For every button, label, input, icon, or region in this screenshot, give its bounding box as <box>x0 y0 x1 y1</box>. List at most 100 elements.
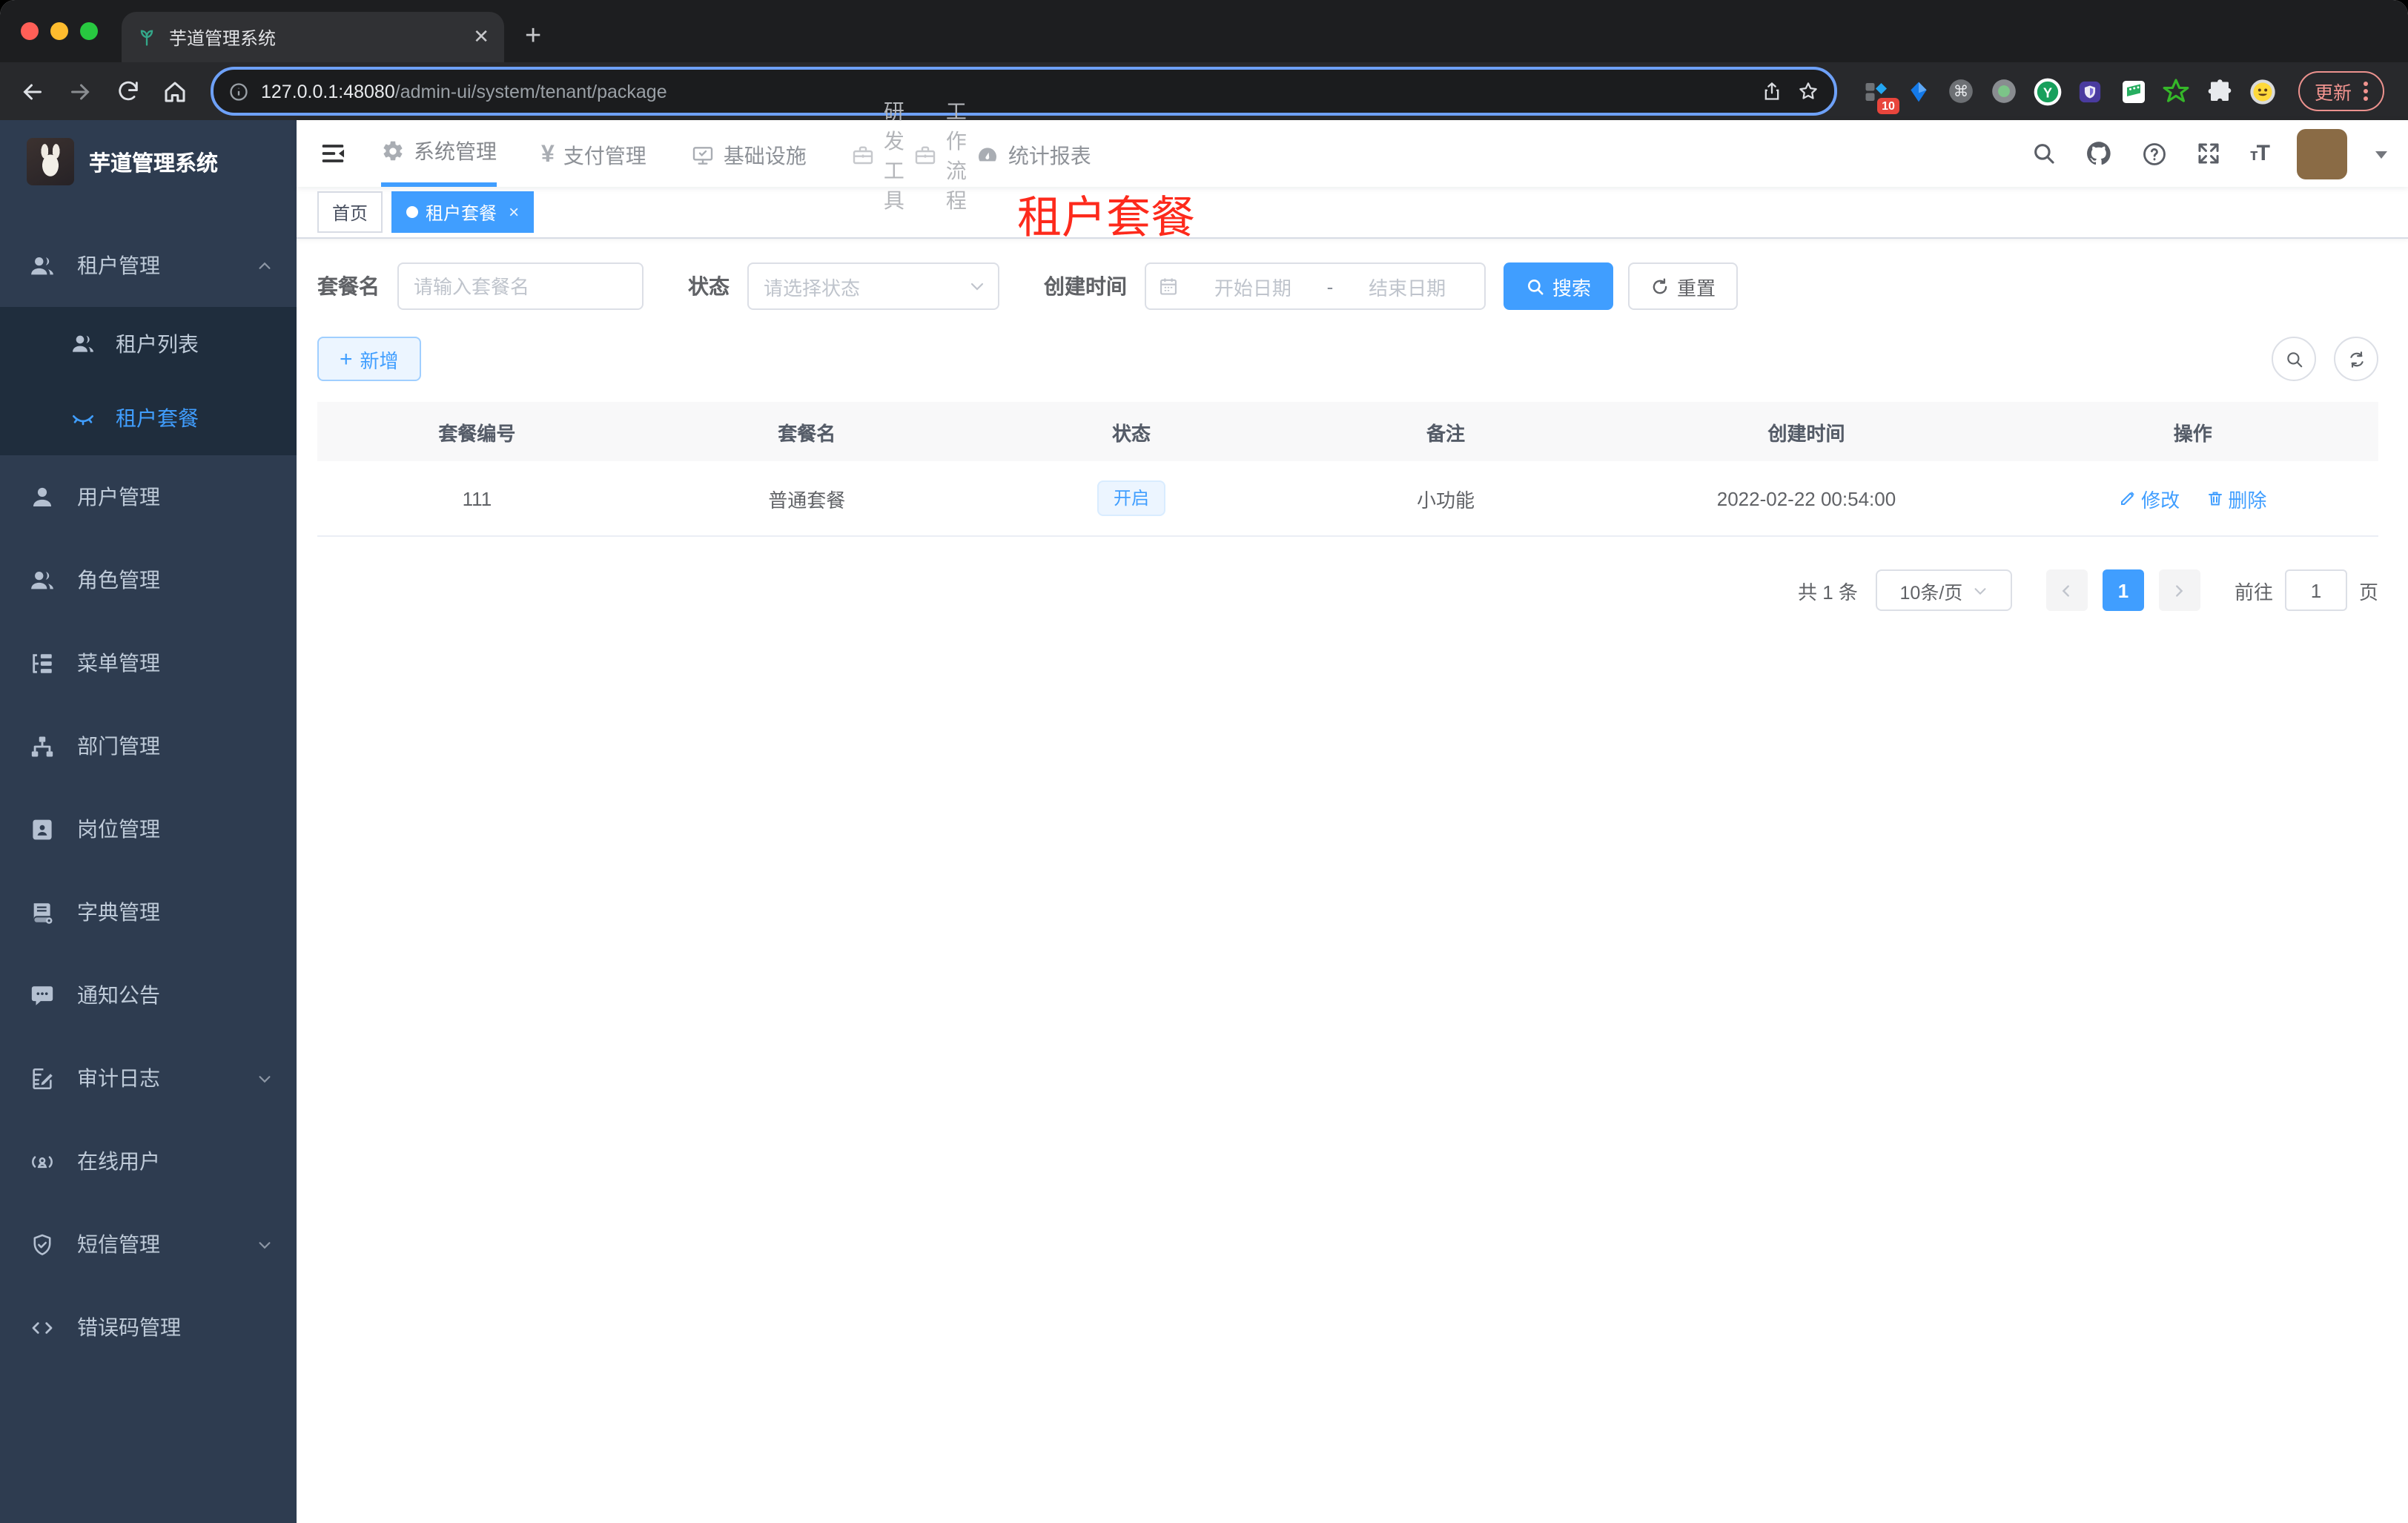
sidebar-item-label: 租户套餐 <box>116 406 199 430</box>
tag-close-icon[interactable]: × <box>509 202 519 222</box>
svg-text:Y: Y <box>2043 85 2052 100</box>
close-window-button[interactable] <box>21 22 39 40</box>
home-icon[interactable] <box>154 70 196 112</box>
github-icon[interactable] <box>2086 139 2114 168</box>
share-icon[interactable] <box>1762 80 1782 102</box>
address-bar[interactable]: 127.0.0.1:48080/admin-ui/system/tenant/p… <box>211 67 1837 116</box>
search-button[interactable]: 搜索 <box>1504 262 1614 310</box>
sidebar-item-online[interactable]: 在线用户 <box>0 1120 297 1203</box>
sidebar-item-post[interactable]: 岗位管理 <box>0 787 297 870</box>
prev-page-button[interactable] <box>2045 569 2088 611</box>
package-name-input[interactable] <box>397 262 644 310</box>
ext-command-icon[interactable]: ⌘ <box>1947 76 1977 106</box>
status-select[interactable]: 请选择状态 <box>747 262 999 310</box>
svg-text:⌘: ⌘ <box>1954 82 1970 100</box>
ext-shield-icon[interactable] <box>2076 76 2106 106</box>
minimize-window-button[interactable] <box>50 22 68 40</box>
trash-icon <box>2206 489 2223 507</box>
delete-link[interactable]: 删除 <box>2206 484 2266 512</box>
back-icon[interactable] <box>12 70 53 112</box>
ext-y-icon[interactable]: Y <box>2033 76 2063 106</box>
ext-kite-icon[interactable] <box>1904 76 1934 106</box>
pagination: 共 1 条 10条/页 1 前往 页 <box>317 569 2378 611</box>
font-size-icon[interactable]: тT <box>2250 141 2270 166</box>
ext-chat-icon[interactable] <box>2119 76 2149 106</box>
toggle-search-button[interactable] <box>2272 337 2316 381</box>
search-icon[interactable] <box>2032 141 2057 166</box>
refresh-button[interactable] <box>2334 337 2378 381</box>
ext-metrics-icon[interactable]: 10 <box>1861 76 1899 113</box>
sidebar-item-label: 租户管理 <box>77 254 160 277</box>
sidebar-item-tenant-package[interactable]: 租户套餐 <box>0 381 297 455</box>
topnav-item-pay[interactable]: ¥ 支付管理 <box>541 120 646 187</box>
chevron-up-icon <box>257 257 273 274</box>
sidebar-logo[interactable]: 芋道管理系统 <box>0 120 297 203</box>
browser-tabstrip: 芋道管理系统 ✕ + <box>0 0 2408 62</box>
url-host: 127.0.0.1:48080 <box>261 81 395 102</box>
sidebar-item-label: 审计日志 <box>77 1066 160 1090</box>
tag-label: 租户套餐 <box>426 202 497 223</box>
topnav-item-system[interactable]: 系统管理 <box>381 120 497 187</box>
new-tab-button[interactable]: + <box>525 21 541 53</box>
sidebar-item-label: 租户列表 <box>116 332 199 356</box>
status-placeholder: 请选择状态 <box>764 277 861 299</box>
sidebar-item-sms[interactable]: 短信管理 <box>0 1203 297 1286</box>
forward-icon[interactable] <box>59 70 101 112</box>
sidebar-item-tenant[interactable]: 租户管理 <box>0 224 297 307</box>
page-size-select[interactable]: 10条/页 <box>1875 569 2012 611</box>
sidebar-item-tenant-list[interactable]: 租户列表 <box>0 307 297 381</box>
browser-tab[interactable]: 芋道管理系统 ✕ <box>122 12 504 62</box>
tag-tenant-package[interactable]: 租户套餐 × <box>391 191 535 233</box>
page-number-button[interactable]: 1 <box>2102 569 2144 611</box>
tree-list-icon <box>30 650 55 675</box>
next-page-button[interactable] <box>2158 569 2200 611</box>
user-avatar[interactable] <box>2297 128 2347 179</box>
logo-rabbit-image <box>27 138 74 185</box>
fullscreen-icon[interactable] <box>2197 141 2222 166</box>
sidebar-item-notice[interactable]: 通知公告 <box>0 954 297 1037</box>
topnav-item-workflow[interactable]: 工作流程 <box>913 99 967 212</box>
topnav-item-dev[interactable]: 研发工具 <box>851 99 904 212</box>
url-text: 127.0.0.1:48080/admin-ui/system/tenant/p… <box>261 81 1750 102</box>
column-header: 套餐名 <box>778 422 836 444</box>
add-button[interactable]: + 新增 <box>317 337 421 381</box>
sidebar-item-label: 菜单管理 <box>77 651 160 675</box>
help-icon[interactable] <box>2142 140 2169 167</box>
sidebar-item-role[interactable]: 角色管理 <box>0 538 297 621</box>
hamburger-icon[interactable] <box>297 120 369 187</box>
ext-star-icon[interactable] <box>2162 76 2192 106</box>
sidebar-item-label: 字典管理 <box>77 900 160 924</box>
sidebar-item-menu[interactable]: 菜单管理 <box>0 621 297 704</box>
topnav-item-infra[interactable]: 基础设施 <box>691 120 807 187</box>
topnav-item-report[interactable]: 统计报表 <box>976 120 1091 187</box>
chevron-down-icon <box>968 277 986 295</box>
profile-avatar-emoji[interactable] <box>2248 76 2278 106</box>
page-unit-label: 页 <box>2358 581 2378 603</box>
reset-button[interactable]: 重置 <box>1628 262 1739 310</box>
site-info-icon[interactable] <box>228 81 249 102</box>
tab-close-icon[interactable]: ✕ <box>473 25 489 49</box>
message-icon <box>30 982 55 1008</box>
extensions-puzzle-icon[interactable] <box>2205 76 2235 106</box>
ext-dot-icon[interactable] <box>1990 76 2020 106</box>
sitemap-icon <box>30 733 55 759</box>
avatar-caret-icon[interactable] <box>2375 151 2387 159</box>
sidebar-item-user[interactable]: 用户管理 <box>0 455 297 538</box>
filter-date-label: 创建时间 <box>1044 274 1127 298</box>
tags-view-bar: 首页 租户套餐 × <box>297 187 2408 239</box>
browser-menu-icon[interactable] <box>2364 82 2368 101</box>
date-range-picker[interactable]: 开始日期 - 结束日期 <box>1145 262 1486 310</box>
edit-link[interactable]: 修改 <box>2119 484 2180 512</box>
sidebar-item-dept[interactable]: 部门管理 <box>0 704 297 787</box>
goto-page-input[interactable] <box>2284 569 2347 611</box>
sidebar-item-dict[interactable]: 字典管理 <box>0 870 297 954</box>
navbar-right: тT <box>2032 120 2408 187</box>
zoom-window-button[interactable] <box>80 22 98 40</box>
browser-update-button[interactable]: 更新 <box>2298 71 2384 111</box>
reload-icon[interactable] <box>107 70 148 112</box>
tag-home[interactable]: 首页 <box>317 191 383 233</box>
sidebar-item-audit[interactable]: 审计日志 <box>0 1037 297 1120</box>
gear-icon <box>381 139 405 163</box>
bookmark-star-icon[interactable] <box>1797 80 1819 102</box>
sidebar-item-errcode[interactable]: 错误码管理 <box>0 1286 297 1369</box>
